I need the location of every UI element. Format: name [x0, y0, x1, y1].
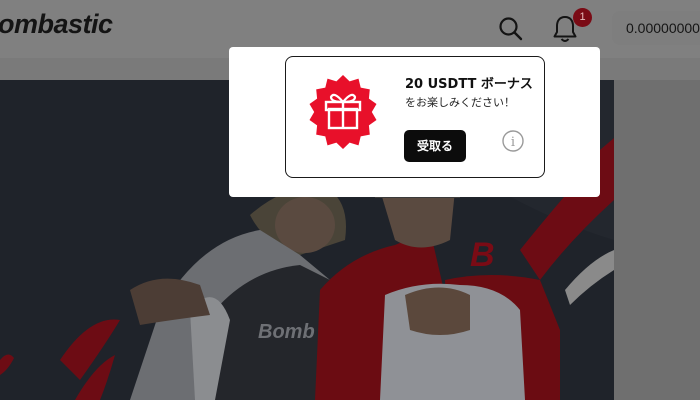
search-icon	[499, 17, 523, 41]
svg-text:i: i	[511, 135, 515, 150]
info-icon: i	[502, 130, 524, 152]
notification-dropdown: 20 USDTT ボーナス をお楽しみください！ 受取る i	[229, 47, 600, 197]
search-button[interactable]	[496, 14, 526, 44]
info-button[interactable]: i	[502, 130, 524, 152]
notification-badge: 1	[573, 8, 592, 27]
bonus-title: 20 USDTT ボーナス	[405, 77, 533, 92]
claim-button[interactable]: 受取る	[404, 130, 466, 162]
brand-logo[interactable]: ombastic	[0, 9, 113, 40]
wallet-balance[interactable]: 0.00000000	[612, 11, 700, 45]
gift-icon	[309, 75, 377, 149]
bonus-notification-card[interactable]: 20 USDTT ボーナス をお楽しみください！ 受取る i	[285, 56, 545, 178]
shirt-logo-right: B	[470, 236, 495, 274]
shirt-logo-left: Bomb	[258, 321, 315, 343]
bonus-subtitle: をお楽しみください！	[405, 96, 515, 109]
page-right-area	[614, 80, 700, 400]
